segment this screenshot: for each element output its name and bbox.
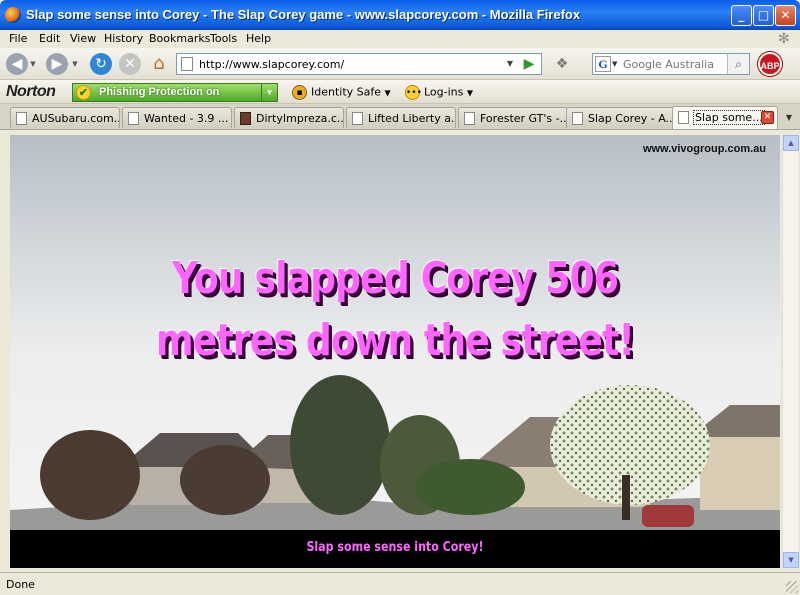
tab-label: Wanted - 3.9 ... xyxy=(144,112,229,125)
minimize-button[interactable]: _ xyxy=(731,5,752,26)
forward-history-dropdown-icon[interactable]: ▼ xyxy=(70,55,80,73)
tab-label: Forester GT's -... xyxy=(480,112,568,125)
resize-grip-icon[interactable] xyxy=(786,581,798,593)
extension-icon[interactable]: ❖ xyxy=(551,53,573,75)
logins-button[interactable]: ••• Log-ins ▼ xyxy=(405,85,473,100)
tree-tall xyxy=(290,375,390,515)
vertical-scrollbar[interactable]: ▲ ▼ xyxy=(782,135,799,568)
page-icon xyxy=(181,57,193,71)
close-button[interactable]: ✕ xyxy=(775,5,796,26)
menu-help[interactable]: Help xyxy=(246,32,271,45)
street-scene[interactable]: www.vivogroup.com.au You slapped Corey 5… xyxy=(10,135,780,530)
title-bar: Slap some sense into Corey - The Slap Co… xyxy=(0,0,800,30)
page-icon xyxy=(128,112,139,125)
tab-wanted[interactable]: Wanted - 3.9 ... xyxy=(122,107,232,128)
tab-slap-corey-a[interactable]: Slap Corey - A... xyxy=(566,107,676,128)
phishing-protection-button[interactable]: ✔ Phishing Protection on ▼ xyxy=(72,83,278,102)
tab-ausubaru[interactable]: AUSubaru.com... xyxy=(10,107,120,128)
adblock-plus-icon[interactable]: ABP xyxy=(758,52,782,76)
back-icon[interactable]: ◀ xyxy=(6,53,28,75)
page-icon xyxy=(678,111,689,124)
throbber-icon: ✻ xyxy=(778,31,790,47)
google-icon[interactable]: G xyxy=(595,56,611,72)
tab-slap-some-active[interactable]: Slap some... ✕ xyxy=(672,106,778,129)
menu-tools[interactable]: Tools xyxy=(210,32,237,45)
menu-bookmarks[interactable]: Bookmarks xyxy=(149,32,210,45)
login-icon: ••• xyxy=(405,85,422,100)
stop-icon[interactable]: ✕ xyxy=(119,53,141,75)
window-title: Slap some sense into Corey - The Slap Co… xyxy=(26,7,581,22)
page-icon xyxy=(464,112,475,125)
result-headline-line-1: You slapped Corey 506 xyxy=(171,253,619,304)
checkmark-icon: ✔ xyxy=(76,85,91,100)
result-headline-line-2: metres down the street! xyxy=(155,315,635,366)
search-engine-dropdown-icon[interactable]: ▼ xyxy=(612,60,617,68)
page-icon xyxy=(16,112,27,125)
identity-safe-label: Identity Safe xyxy=(311,85,382,99)
tab-label: AUSubaru.com... xyxy=(32,112,120,125)
search-icon[interactable]: ⌕ xyxy=(727,54,749,74)
identity-safe-button[interactable]: ▪ Identity Safe ▼ xyxy=(292,85,391,100)
menu-view[interactable]: View xyxy=(70,32,96,45)
scroll-down-icon[interactable]: ▼ xyxy=(783,552,799,568)
phishing-dropdown-icon[interactable]: ▼ xyxy=(261,84,277,101)
search-input[interactable] xyxy=(623,57,723,72)
back-history-dropdown-icon[interactable]: ▼ xyxy=(28,55,38,73)
home-icon[interactable]: ⌂ xyxy=(148,53,170,75)
logins-dropdown-icon: ▼ xyxy=(466,88,474,98)
go-icon[interactable]: ▶ xyxy=(519,54,539,74)
menu-history[interactable]: History xyxy=(104,32,143,45)
address-bar[interactable]: ▼ ▶ xyxy=(176,53,542,75)
tree-left-2 xyxy=(180,445,270,515)
hedge xyxy=(415,459,525,515)
tab-lifted-liberty[interactable]: Lifted Liberty a... xyxy=(346,107,456,128)
identity-safe-dropdown-icon: ▼ xyxy=(384,88,391,98)
tab-label: DirtyImpreza.c... xyxy=(256,112,344,125)
house-far-right xyxy=(700,435,780,510)
logins-label: Log-ins xyxy=(424,85,464,99)
game-area[interactable]: www.vivogroup.com.au You slapped Corey 5… xyxy=(10,135,780,568)
page-icon xyxy=(572,112,583,125)
url-input[interactable] xyxy=(199,56,499,72)
phishing-protection-label: Phishing Protection on xyxy=(99,86,220,98)
tab-close-icon[interactable]: ✕ xyxy=(761,111,774,124)
page-icon xyxy=(352,112,363,125)
safe-icon: ▪ xyxy=(292,85,307,100)
tab-forester-gt[interactable]: Forester GT's -... xyxy=(458,107,568,128)
tab-dirtyimpreza[interactable]: DirtyImpreza.c... xyxy=(234,107,344,128)
forward-icon[interactable]: ▶ xyxy=(46,53,68,75)
search-bar[interactable]: G ▼ ⌕ xyxy=(592,53,750,75)
status-bar: Done xyxy=(0,572,800,595)
site-icon xyxy=(240,112,251,125)
maximize-button[interactable]: □ xyxy=(753,5,774,26)
tab-label: Slap Corey - A... xyxy=(588,112,676,125)
status-text: Done xyxy=(6,578,35,591)
red-car xyxy=(642,505,694,527)
game-tagline: Slap some sense into Corey! xyxy=(306,540,484,555)
menu-bar: File Edit View History Bookmarks Tools H… xyxy=(0,30,800,48)
tree-left xyxy=(40,430,140,520)
norton-logo: Norton xyxy=(6,83,56,100)
tab-label: Lifted Liberty a... xyxy=(368,112,456,125)
menu-edit[interactable]: Edit xyxy=(39,32,60,45)
tab-label: Slap some... xyxy=(693,110,765,125)
url-history-dropdown-icon[interactable]: ▼ xyxy=(503,54,517,74)
menu-file[interactable]: File xyxy=(9,32,27,45)
tree-trunk xyxy=(622,475,630,520)
scroll-up-icon[interactable]: ▲ xyxy=(783,135,799,151)
tab-list-dropdown-icon[interactable]: ▼ xyxy=(781,108,797,128)
firefox-icon xyxy=(5,7,21,23)
reload-icon[interactable]: ↻ xyxy=(90,53,112,75)
vivogroup-link[interactable]: www.vivogroup.com.au xyxy=(643,143,766,155)
